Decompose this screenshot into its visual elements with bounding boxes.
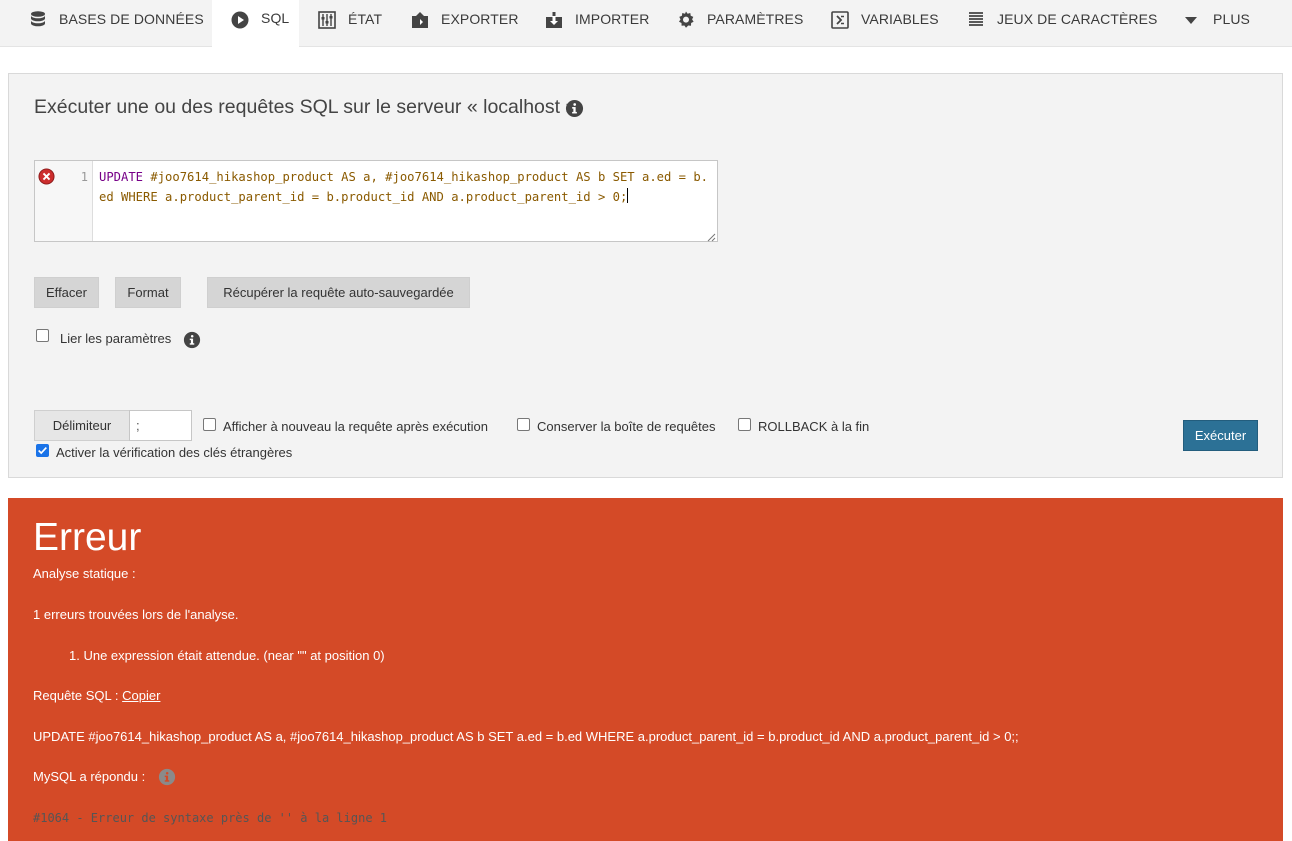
keep-box-checkbox[interactable] [517,418,530,431]
sql-text: #joo7614_hikashop_product AS a, #joo7614… [99,170,709,204]
tab-status-label: ÉTAT [348,10,383,27]
database-icon [28,10,48,30]
status-icon [317,10,337,30]
tab-variables-label: VARIABLES [861,10,939,27]
sql-query-label: Requête SQL : [33,688,123,703]
tab-sql[interactable]: SQL [212,0,299,47]
tab-charsets-label: JEUX DE CARACTÈRES [997,10,1158,27]
caret-down-icon [1182,10,1202,30]
recover-query-button[interactable]: Récupérer la requête auto-sauvegardée [207,277,470,308]
tab-import[interactable]: IMPORTER [530,0,662,47]
delimiter-label: Délimiteur [34,410,130,441]
copy-link[interactable]: Copier [122,688,160,703]
tab-settings[interactable]: PARAMÈTRES [662,0,816,47]
keep-box-label: Conserver la boîte de requêtes [537,419,716,434]
list-icon [966,10,986,30]
export-icon [410,10,430,30]
error-marker-icon [38,168,55,185]
mysql-error-code: #1064 - Erreur de syntaxe près de '' à l… [33,811,388,825]
resize-handle-icon[interactable] [706,230,716,242]
show-again-checkbox[interactable] [203,418,216,431]
error-title: Erreur [33,516,142,559]
play-icon [230,10,250,30]
info-icon[interactable] [158,768,176,786]
tab-more-label: PLUS [1213,10,1250,27]
sql-keyword: UPDATE [99,170,144,184]
fk-check-checkbox[interactable] [36,444,49,457]
tab-import-label: IMPORTER [575,10,650,27]
fk-check-label: Activer la vérification des clés étrangè… [56,445,293,460]
tab-databases-label: BASES DE DONNÉES [59,10,204,27]
mysql-replied-label: MySQL a répondu : [33,769,146,784]
sql-code[interactable]: UPDATE #joo7614_hikashop_product AS a, #… [99,167,713,207]
format-button[interactable]: Format [115,277,181,308]
show-again-label: Afficher à nouveau la requête après exéc… [223,419,488,434]
tab-sql-label: SQL [261,10,290,26]
tab-variables[interactable]: VARIABLES [816,0,952,47]
line-number: 1 [80,170,88,184]
top-navigation: BASES DE DONNÉES SQL ÉTAT EXPORTER IMPOR… [0,0,1292,47]
clear-button[interactable]: Effacer [34,277,99,308]
editor-gutter: 1 [35,161,93,241]
query-panel: Exécuter une ou des requêtes SQL sur le … [8,73,1283,478]
execute-button[interactable]: Exécuter [1183,420,1258,451]
tab-more[interactable]: PLUS [1169,0,1269,47]
bind-params-checkbox[interactable] [36,329,49,342]
failed-query-text: UPDATE #joo7614_hikashop_product AS a, #… [33,729,1019,744]
tab-export-label: EXPORTER [441,10,519,27]
variables-icon [830,10,850,30]
info-icon[interactable] [183,331,201,349]
info-icon[interactable] [565,99,584,118]
import-icon [544,10,564,30]
sql-query-line: Requête SQL : Copier [33,688,160,703]
gear-icon [676,10,696,30]
rollback-checkbox[interactable] [738,418,751,431]
panel-title: Exécuter une ou des requêtes SQL sur le … [34,96,582,118]
tab-status[interactable]: ÉTAT [299,0,395,47]
tab-export[interactable]: EXPORTER [395,0,530,47]
delimiter-input[interactable]: ; [129,410,192,441]
text-cursor [627,188,629,203]
static-analysis-label: Analyse statique : [33,566,136,581]
sql-editor[interactable]: 1 UPDATE #joo7614_hikashop_product AS a,… [34,160,718,242]
rollback-label: ROLLBACK à la fin [758,419,870,434]
tab-charsets[interactable]: JEUX DE CARACTÈRES [952,0,1169,47]
tab-settings-label: PARAMÈTRES [707,10,804,27]
errors-found-text: 1 erreurs trouvées lors de l'analyse. [33,607,239,622]
error-list-item: 1. Une expression était attendue. (near … [69,648,385,663]
bind-params-label: Lier les paramètres [60,331,172,346]
tab-databases[interactable]: BASES DE DONNÉES [0,0,212,47]
error-panel: Erreur Analyse statique : 1 erreurs trou… [8,498,1283,841]
